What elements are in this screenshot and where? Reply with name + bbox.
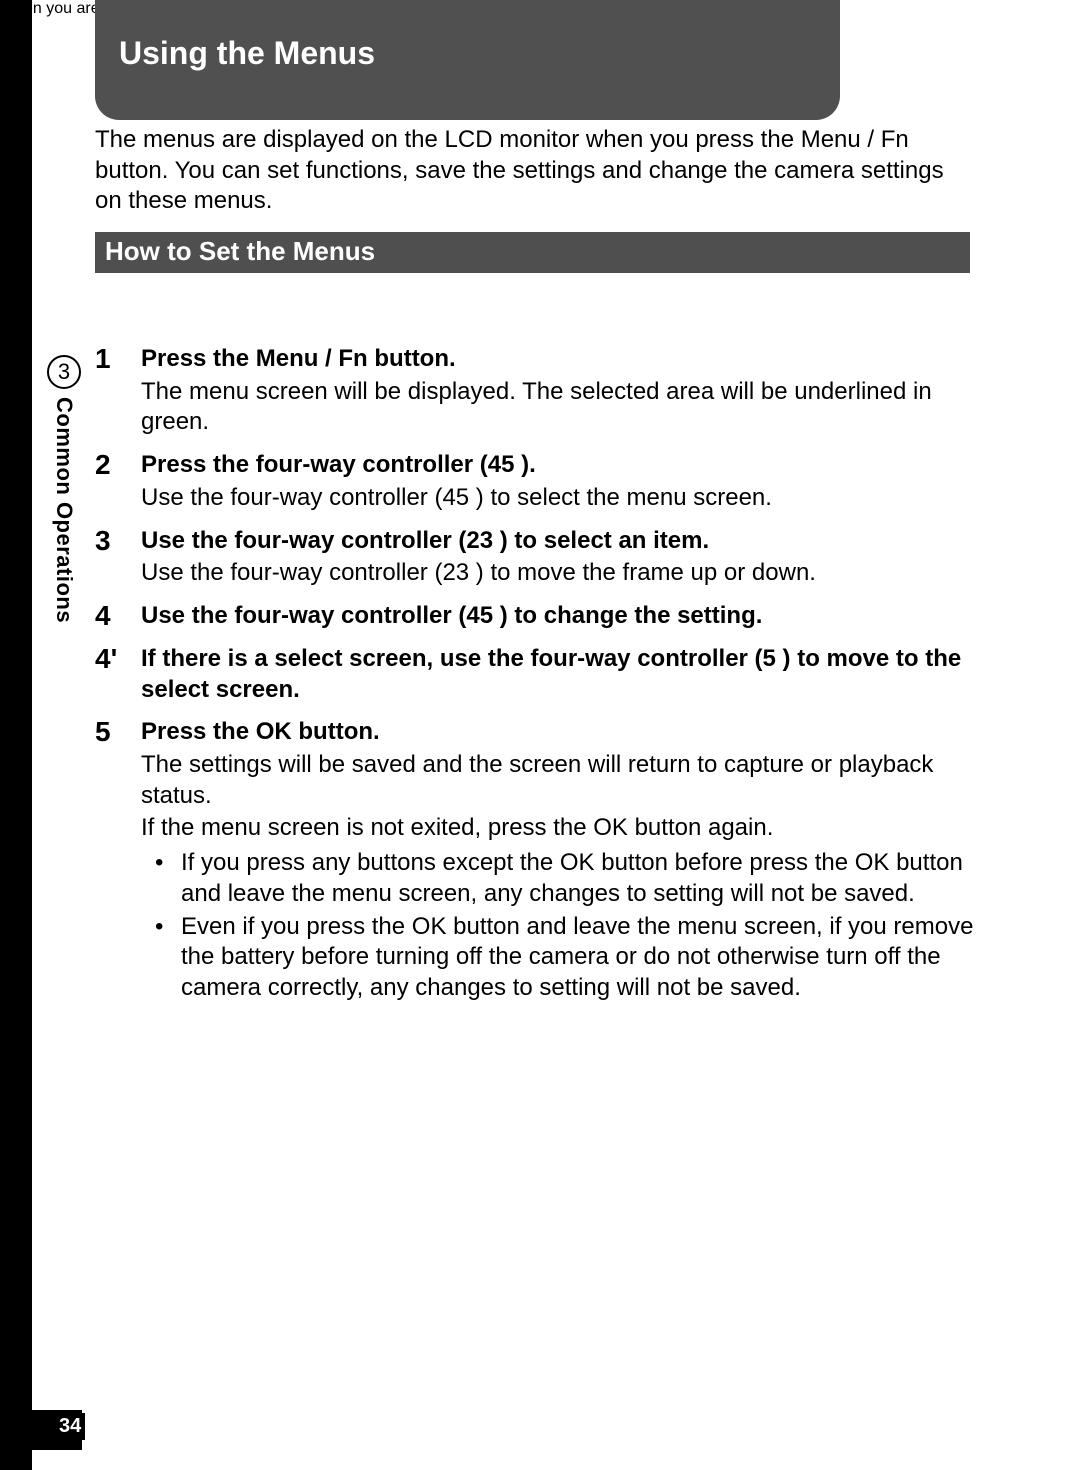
- step-heading: Use the four-way controller (23 ) to sel…: [141, 526, 975, 557]
- step: 3Use the four-way controller (23 ) to se…: [95, 526, 975, 589]
- step-note: Even if you press the OK button and leav…: [141, 912, 975, 1004]
- step-heading: Press the four-way controller (45 ).: [141, 450, 975, 481]
- step: 1Press the Menu / Fn button.The menu scr…: [95, 344, 975, 438]
- step-number: 5: [95, 717, 141, 748]
- step-number: 4: [95, 601, 141, 632]
- step: 2Press the four-way controller (45 ).Use…: [95, 450, 975, 513]
- step-body: If there is a select screen, use the fou…: [141, 644, 975, 705]
- step-notes: If you press any buttons except the OK b…: [141, 848, 975, 1004]
- step-body: Use the four-way controller (23 ) to sel…: [141, 526, 975, 589]
- step-text: Use the four-way controller (23 ) to mov…: [141, 558, 975, 589]
- step-text: If the menu screen is not exited, press …: [141, 813, 975, 844]
- step-body: Press the OK button.The settings will be…: [141, 717, 975, 1005]
- step-note: If you press any buttons except the OK b…: [141, 848, 975, 909]
- step-body: Press the Menu / Fn button.The menu scre…: [141, 344, 975, 438]
- step-number: 4': [95, 644, 141, 675]
- page-number: 34: [55, 1413, 85, 1440]
- chapter-side-tab: 3 Common Operations: [46, 355, 82, 623]
- step-text: Use the four-way controller (45 ) to sel…: [141, 483, 975, 514]
- step-text: The menu screen will be displayed. The s…: [141, 377, 975, 438]
- step-number: 1: [95, 344, 141, 375]
- step-body: Press the four-way controller (45 ).Use …: [141, 450, 975, 513]
- step-number: 2: [95, 450, 141, 481]
- step-heading: Press the Menu / Fn button.: [141, 344, 975, 375]
- page: Using the Menus The menus are displayed …: [0, 0, 1080, 1470]
- steps-list: 1Press the Menu / Fn button.The menu scr…: [95, 344, 975, 1008]
- page-title: Using the Menus: [95, 0, 840, 72]
- step-heading: Use the four-way controller (45 ) to cha…: [141, 601, 975, 632]
- step-heading: If there is a select screen, use the fou…: [141, 644, 975, 705]
- chapter-label: Common Operations: [51, 397, 77, 623]
- step-text: The settings will be saved and the scree…: [141, 750, 975, 811]
- step-number: 3: [95, 526, 141, 557]
- step: 5Press the OK button.The settings will b…: [95, 717, 975, 1005]
- step-body: Use the four-way controller (45 ) to cha…: [141, 601, 975, 632]
- step-heading: Press the OK button.: [141, 717, 975, 748]
- intro-paragraph: The menus are displayed on the LCD monit…: [95, 125, 970, 217]
- section-heading: How to Set the Menus: [95, 232, 970, 273]
- chapter-number-badge: 3: [47, 355, 81, 389]
- page-binding-strip: [0, 0, 32, 1470]
- page-header-tab: Using the Menus: [95, 0, 840, 120]
- step: 4Use the four-way controller (45 ) to ch…: [95, 601, 975, 632]
- step: 4'If there is a select screen, use the f…: [95, 644, 975, 705]
